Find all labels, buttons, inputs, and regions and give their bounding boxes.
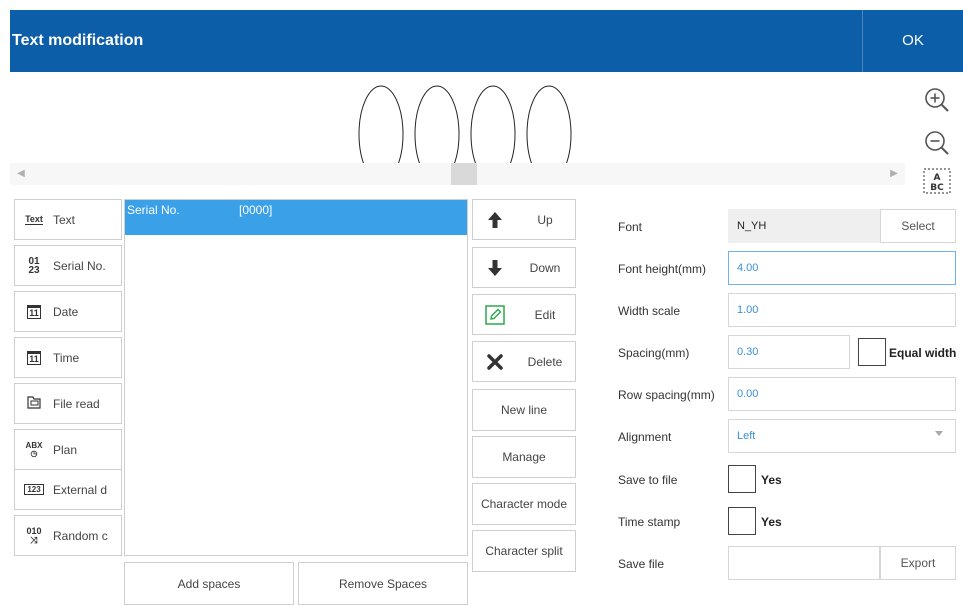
svg-text:BC: BC — [930, 183, 944, 193]
zoom-out-icon[interactable] — [922, 128, 952, 158]
type-label: Text — [53, 212, 76, 227]
arrow-up-icon — [488, 212, 502, 228]
manage-button[interactable]: Manage — [472, 436, 576, 478]
select-font-button[interactable]: Select — [880, 209, 956, 243]
scroll-right-icon[interactable]: ▶ — [883, 163, 905, 185]
plan-icon: ABX ◷ — [25, 440, 43, 458]
list-item-name: Serial No. — [127, 203, 180, 217]
alignment-value: Left — [737, 430, 756, 442]
row-spacing-input[interactable]: 0.00 — [728, 377, 956, 411]
down-button[interactable]: Down — [472, 247, 576, 288]
list-item-value: [0000] — [239, 203, 273, 217]
zoom-in-icon[interactable] — [922, 85, 952, 115]
calendar-icon: 11 — [15, 350, 53, 365]
type-serial-button[interactable]: 01 23 Serial No. — [14, 245, 122, 286]
save-to-file-label: Save to file — [618, 473, 678, 487]
save-file-label: Save file — [618, 557, 665, 571]
page-title: Text modification — [12, 32, 144, 49]
random-icon: 010 ⤨ — [26, 525, 42, 545]
font-height-input[interactable]: 4.00 — [728, 251, 956, 285]
width-scale-input[interactable]: 1.00 — [728, 293, 956, 327]
calendar-icon: 11 — [15, 304, 53, 319]
type-external-data-button[interactable]: 123 External d — [14, 469, 122, 510]
up-button[interactable]: Up — [472, 199, 576, 240]
equal-width-checkbox[interactable] — [858, 338, 886, 366]
external-data-icon: 123 — [15, 484, 53, 495]
alignment-label: Alignment — [618, 430, 672, 444]
edit-icon — [485, 305, 505, 325]
font-field: N_YH — [728, 209, 880, 243]
width-scale-label: Width scale — [618, 304, 681, 318]
type-label: Date — [53, 304, 79, 319]
time-stamp-option: Yes — [761, 515, 782, 529]
fit-text-icon[interactable]: A BC — [922, 166, 952, 196]
character-mode-button[interactable]: Character mode — [472, 483, 576, 525]
equal-width-label: Equal width — [889, 346, 957, 360]
element-list[interactable]: Serial No. [0000] — [124, 199, 468, 556]
type-label: Time — [53, 350, 80, 365]
new-line-button[interactable]: New line — [472, 389, 576, 431]
scroll-left-icon[interactable]: ◀ — [10, 163, 32, 185]
delete-icon — [487, 354, 503, 370]
font-label: Font — [618, 220, 643, 234]
scrollbar-thumb[interactable] — [451, 163, 477, 185]
delete-button[interactable]: Delete — [472, 341, 576, 382]
spacing-input[interactable]: 0.30 — [728, 335, 850, 369]
remove-spaces-button[interactable]: Remove Spaces — [298, 562, 468, 605]
type-label: External d — [53, 482, 108, 497]
character-split-button[interactable]: Character split — [472, 530, 576, 572]
row-spacing-label: Row spacing(mm) — [618, 388, 715, 402]
type-file-read-button[interactable]: File read — [14, 383, 122, 424]
save-file-input[interactable] — [728, 546, 880, 580]
type-label: Plan — [53, 442, 78, 457]
add-spaces-button[interactable]: Add spaces — [124, 562, 294, 605]
type-plan-button[interactable]: ABX ◷ Plan — [14, 429, 122, 470]
serial-number-icon: 01 23 — [28, 255, 40, 276]
edit-button[interactable]: Edit — [472, 294, 576, 335]
alignment-select[interactable]: Left — [728, 419, 956, 453]
save-to-file-checkbox[interactable] — [728, 465, 756, 493]
preview-scrollbar[interactable]: ◀ ▶ — [10, 163, 905, 185]
text-icon: Text — [25, 214, 43, 225]
list-item[interactable]: Serial No. [0000] — [125, 200, 467, 235]
font-height-label: Font height(mm) — [618, 262, 707, 276]
arrow-down-icon — [488, 260, 502, 276]
type-label: File read — [53, 396, 100, 411]
spacing-label: Spacing(mm) — [618, 346, 690, 360]
ok-button[interactable]: OK — [863, 10, 963, 72]
chevron-down-icon — [935, 431, 943, 436]
file-icon — [15, 394, 53, 413]
type-time-button[interactable]: 11 Time — [14, 337, 122, 378]
time-stamp-checkbox[interactable] — [728, 507, 756, 535]
save-to-file-option: Yes — [761, 473, 782, 487]
export-button[interactable]: Export — [880, 546, 956, 580]
title-bar: Text modification OK — [10, 10, 963, 72]
time-stamp-label: Time stamp — [618, 515, 681, 529]
type-label: Random c — [53, 528, 108, 543]
type-text-button[interactable]: Text Text — [14, 199, 122, 240]
type-random-button[interactable]: 010 ⤨ Random c — [14, 515, 122, 556]
svg-text:A: A — [934, 173, 941, 183]
type-date-button[interactable]: 11 Date — [14, 291, 122, 332]
type-label: Serial No. — [53, 258, 106, 273]
